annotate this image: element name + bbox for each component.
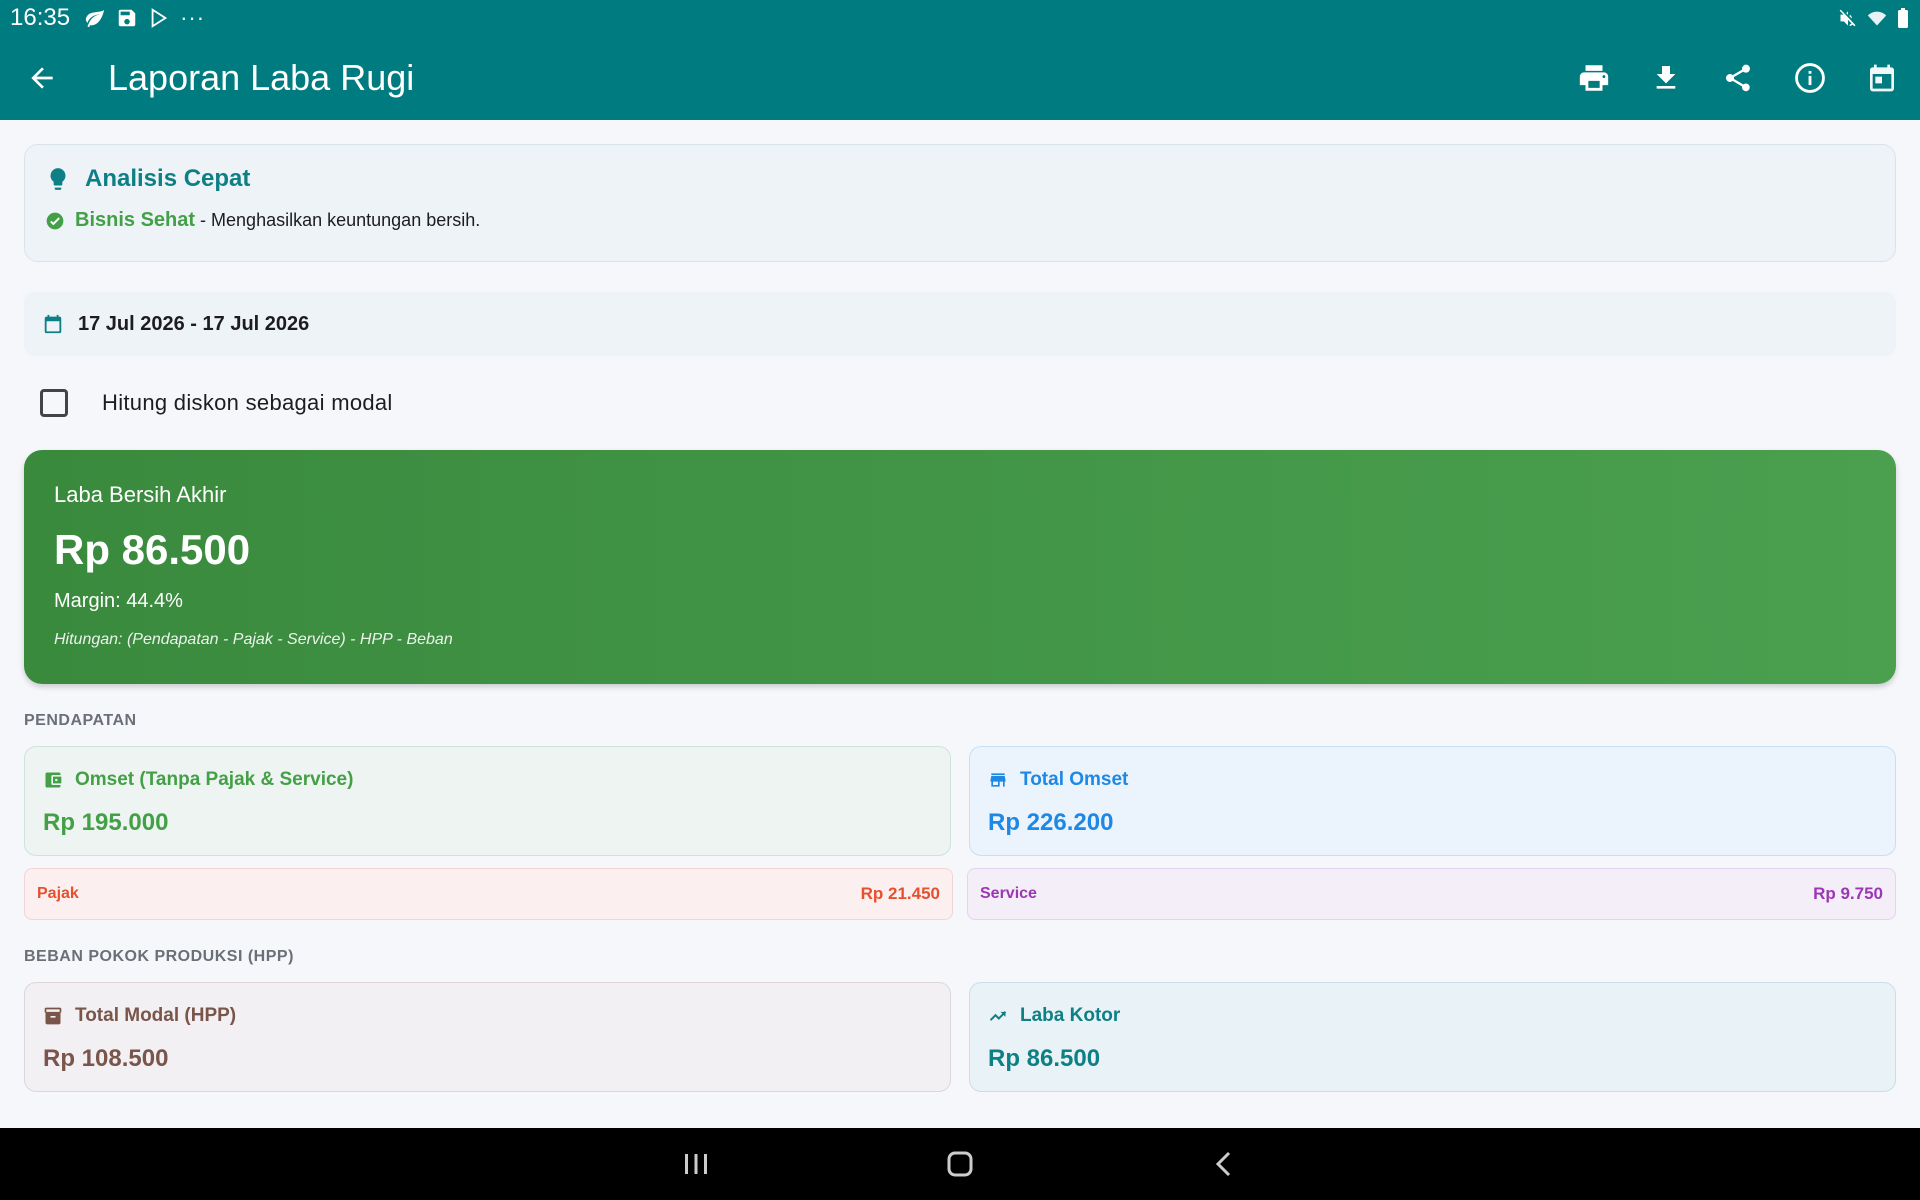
quick-analysis-card: Analisis Cepat Bisnis Sehat - Menghasilk… <box>24 144 1896 262</box>
system-navigation-bar <box>0 1128 1920 1200</box>
total-omset-label: Total Omset <box>1020 769 1129 790</box>
download-icon <box>1656 66 1676 89</box>
more-notifications-icon: ··· <box>180 5 206 30</box>
battery-icon <box>1898 8 1908 28</box>
tax-label: Pajak <box>37 885 79 902</box>
calendar-icon <box>1870 64 1894 92</box>
tax-row: Pajak Rp 21.450 <box>24 868 953 920</box>
info-button[interactable] <box>1774 42 1846 114</box>
save-notification-icon <box>118 9 136 27</box>
share-icon <box>1725 64 1750 92</box>
omset-label: Omset (Tanpa Pajak & Service) <box>75 769 354 790</box>
print-button[interactable] <box>1558 42 1630 114</box>
gross-profit-label: Laba Kotor <box>1020 1005 1121 1026</box>
calendar-button[interactable] <box>1846 42 1918 114</box>
back-button[interactable] <box>0 36 84 120</box>
date-range-selector[interactable]: 17 Jul 2026 - 17 Jul 2026 <box>24 292 1896 356</box>
play-store-icon <box>151 8 168 28</box>
income-section-title: PENDAPATAN <box>24 712 137 729</box>
total-modal-label: Total Modal (HPP) <box>75 1005 237 1026</box>
chevron-left-icon <box>1215 1151 1231 1177</box>
net-profit-margin: Margin: 44.4% <box>54 590 183 612</box>
mute-icon <box>1839 9 1856 27</box>
discount-checkbox[interactable] <box>40 389 68 417</box>
print-icon <box>1579 65 1609 91</box>
wifi-icon <box>1867 11 1887 26</box>
recent-apps-button[interactable] <box>564 1128 828 1200</box>
service-value: Rp 9.750 <box>1813 884 1883 903</box>
tax-value: Rp 21.450 <box>860 884 940 903</box>
share-button[interactable] <box>1702 42 1774 114</box>
service-label: Service <box>980 885 1037 902</box>
wallet-icon <box>45 772 62 788</box>
inventory-box-icon <box>44 1007 62 1025</box>
discount-checkbox-label: Hitung diskon sebagai modal <box>102 390 393 415</box>
download-button[interactable] <box>1630 42 1702 114</box>
store-icon <box>990 773 1006 787</box>
net-profit-label: Laba Bersih Akhir <box>54 482 227 507</box>
analysis-title: Analisis Cepat <box>85 165 251 192</box>
gross-profit-value: Rp 86.500 <box>988 1045 1101 1072</box>
recent-apps-icon <box>685 1154 707 1174</box>
nav-back-button[interactable] <box>1092 1128 1356 1200</box>
analysis-status: Bisnis Sehat <box>75 209 196 231</box>
omset-value: Rp 195.000 <box>43 809 169 836</box>
check-circle-icon <box>46 212 64 229</box>
total-omset-card: Total Omset Rp 226.200 <box>969 746 1896 856</box>
home-icon <box>947 1151 973 1177</box>
arrow-back-icon <box>31 67 53 89</box>
lightbulb-icon <box>50 168 66 190</box>
app-bar: Laporan Laba Rugi <box>0 36 1920 120</box>
calendar-icon <box>44 314 62 334</box>
hpp-section-title: BEBAN POKOK PRODUKSI (HPP) <box>24 948 294 965</box>
analysis-description: - Menghasilkan keuntungan bersih. <box>195 210 481 230</box>
trending-up-icon <box>989 1011 1007 1021</box>
date-range-text: 17 Jul 2026 - 17 Jul 2026 <box>78 312 310 335</box>
leaf-icon <box>85 9 105 28</box>
report-content: Analisis Cepat Bisnis Sehat - Menghasilk… <box>24 144 1896 1092</box>
net-profit-amount: Rp 86.500 <box>54 526 251 573</box>
status-bar: 16:35 ··· <box>0 0 1920 36</box>
total-modal-value: Rp 108.500 <box>43 1045 169 1072</box>
omset-card: Omset (Tanpa Pajak & Service) Rp 195.000 <box>24 746 951 856</box>
status-time: 16:35 <box>10 4 71 31</box>
info-icon <box>1795 63 1825 93</box>
net-profit-formula: Hitungan: (Pendapatan - Pajak - Service)… <box>54 631 453 648</box>
service-row: Service Rp 9.750 <box>967 868 1896 920</box>
discount-as-capital-option[interactable]: Hitung diskon sebagai modal <box>24 356 1896 450</box>
page-title: Laporan Laba Rugi <box>108 57 415 98</box>
net-profit-card: Laba Bersih Akhir Rp 86.500 Margin: 44.4… <box>24 450 1896 684</box>
total-modal-card: Total Modal (HPP) Rp 108.500 <box>24 982 951 1092</box>
home-button[interactable] <box>828 1128 1092 1200</box>
total-omset-value: Rp 226.200 <box>988 809 1114 836</box>
gross-profit-card: Laba Kotor Rp 86.500 <box>969 982 1896 1092</box>
